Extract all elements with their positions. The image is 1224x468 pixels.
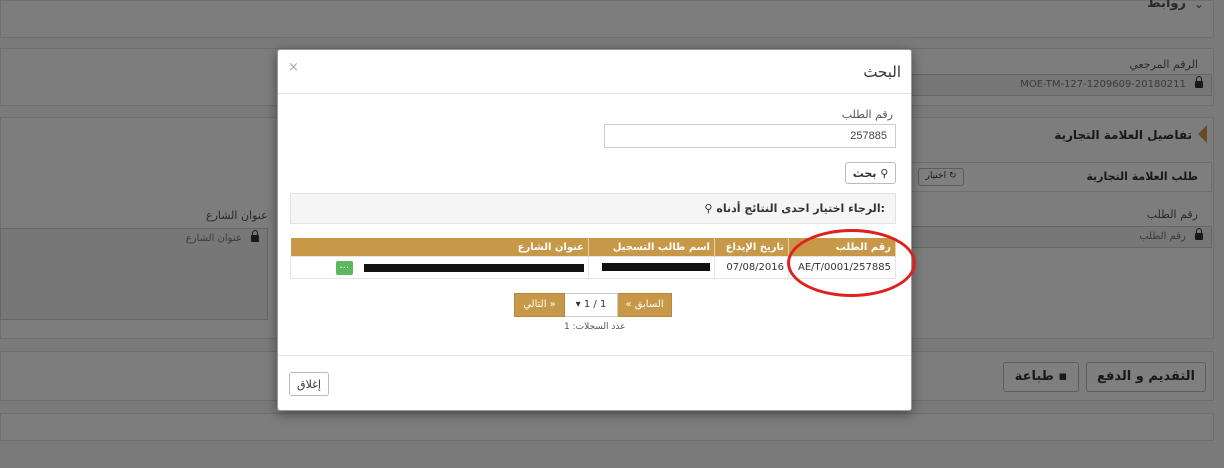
request-number-input[interactable] — [604, 124, 896, 148]
modal-title: البحث — [863, 63, 901, 81]
address-cell: ... — [290, 256, 589, 279]
page-indicator: 1 / 1 — [583, 299, 607, 310]
search-icon: ⚲ — [880, 167, 889, 180]
filing-date-cell: 07/08/2016 — [714, 256, 789, 279]
close-button[interactable]: إغلاق — [289, 372, 329, 396]
search-button[interactable]: بحث ⚲ — [845, 162, 896, 184]
select-row-button[interactable]: ... — [335, 260, 353, 275]
footer-divider — [278, 355, 911, 356]
results-notice: ⚲ الرجاء اختيار احدى النتائج أدناه: — [290, 193, 896, 224]
column-header: اسم طالب التسجيل — [588, 238, 715, 257]
search-icon: ⚲ — [704, 202, 713, 215]
search-button-label: بحث — [852, 167, 877, 180]
column-header: عنوان الشارع — [290, 238, 589, 257]
notice-text: الرجاء اختيار احدى النتائج أدناه: — [716, 202, 885, 215]
chevron-down-icon: ▾ — [575, 299, 581, 310]
page-select[interactable]: ▾ 1 / 1 — [564, 293, 618, 317]
applicant-cell — [588, 256, 715, 279]
request-number-label: رقم الطلب — [841, 108, 893, 121]
previous-page-button[interactable]: « السابق — [617, 293, 672, 317]
record-count: عدد السجلات: 1 — [564, 322, 626, 332]
next-page-button[interactable]: التالي » — [514, 293, 565, 317]
annotation-circle — [787, 229, 916, 297]
search-modal: × البحث رقم الطلب بحث ⚲ ⚲ الرجاء اختيار … — [277, 49, 912, 411]
header-divider — [278, 93, 911, 94]
redacted-text — [602, 263, 710, 271]
close-icon[interactable]: × — [288, 60, 299, 75]
redacted-text — [364, 263, 584, 272]
column-header: تاريخ الإيداع — [714, 238, 789, 257]
